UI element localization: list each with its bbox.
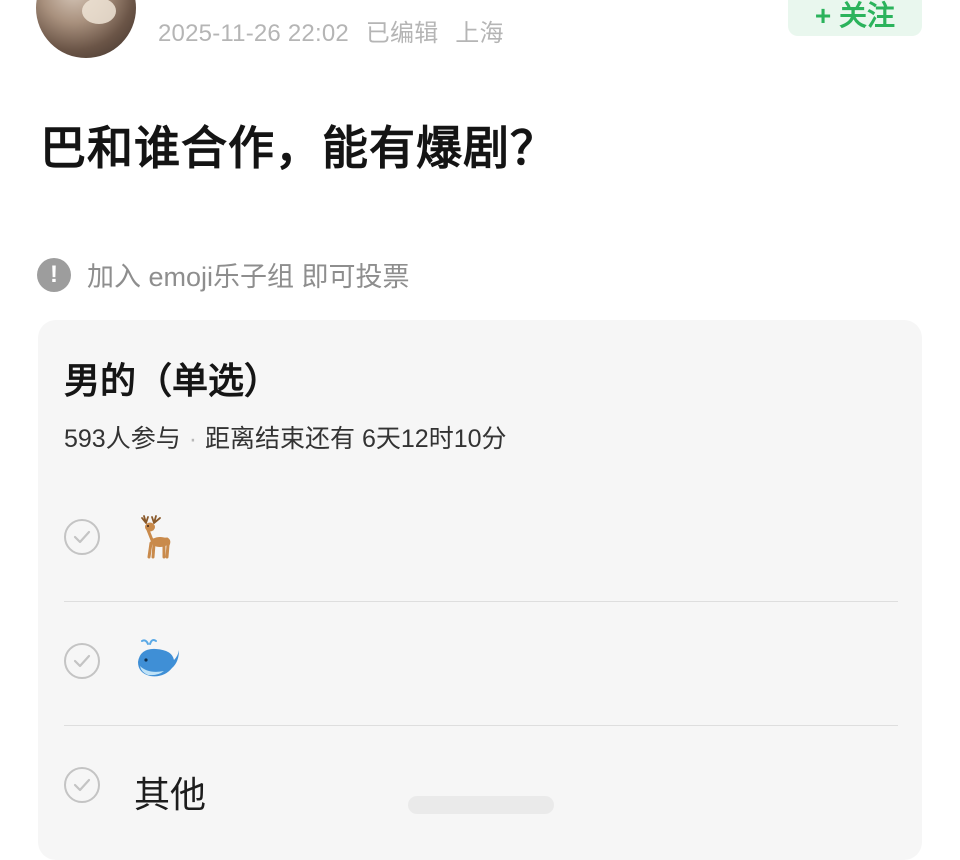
option-label-other: 其他 xyxy=(134,774,207,815)
whale-emoji xyxy=(138,639,179,677)
poll-option-whale[interactable] xyxy=(64,602,898,726)
post-location: 上海 xyxy=(455,20,504,47)
poll-option-other[interactable]: 其他 xyxy=(64,726,898,850)
vote-notice-text: 加入 emoji乐子组 即可投票 xyxy=(87,262,410,292)
edited-label: 已编辑 xyxy=(365,20,439,47)
avatar[interactable] xyxy=(36,0,136,58)
check-circle-icon[interactable] xyxy=(64,519,100,555)
stats-separator: · xyxy=(188,425,198,453)
home-indicator xyxy=(408,796,554,814)
post-title: 巴和谁合作，能有爆剧？ xyxy=(40,122,557,174)
follow-button[interactable]: + 关注 xyxy=(788,0,922,36)
deer-emoji xyxy=(141,515,171,559)
time-remaining: 距离结束还有 6天12时10分 xyxy=(205,425,507,453)
check-circle-icon[interactable] xyxy=(64,643,100,679)
poll-card: 男的（单选） 593人参与 · 距离结束还有 6天12时10分 其他 xyxy=(38,320,922,860)
check-circle-icon[interactable] xyxy=(64,767,100,803)
vote-notice[interactable]: ! 加入 emoji乐子组 即可投票 xyxy=(37,255,410,294)
post-meta: 2025-11-26 22:02 已编辑 上海 xyxy=(158,13,514,48)
poll-title: 男的（单选） xyxy=(64,360,281,401)
poll-option-deer[interactable] xyxy=(64,478,898,602)
exclamation-icon: ! xyxy=(37,257,71,292)
post-timestamp: 2025-11-26 22:02 xyxy=(158,20,349,47)
participant-count: 593人参与 xyxy=(64,425,181,453)
poll-stats: 593人参与 · 距离结束还有 6天12时10分 xyxy=(64,419,507,455)
